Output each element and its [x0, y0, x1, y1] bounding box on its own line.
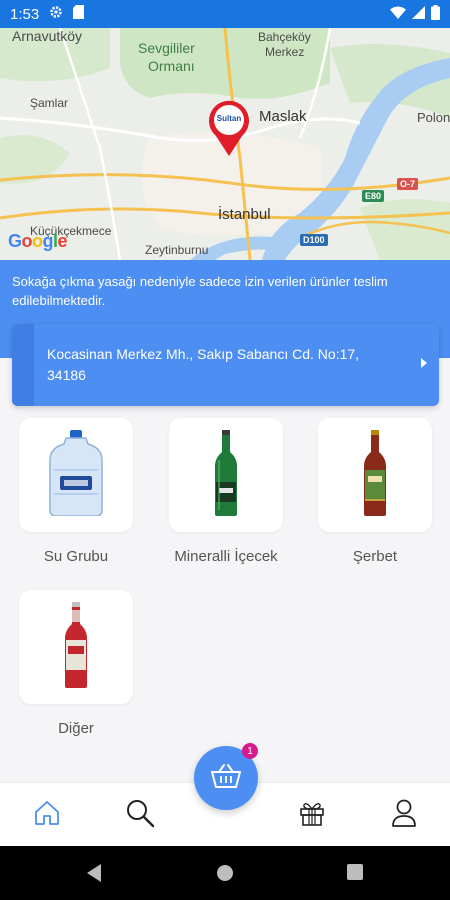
category-tile — [318, 418, 432, 532]
map-view[interactable]: Arnavutköy Sevgililer Ormanı Bahçeköy Me… — [0, 28, 450, 260]
location-marker[interactable]: Sultan — [205, 98, 253, 158]
category-tile — [169, 418, 283, 532]
status-bar: 1:53 — [0, 0, 450, 28]
delivery-address-card[interactable]: Kocasinan Merkez Mh., Sakıp Sabancı Cd. … — [12, 324, 439, 406]
map-label-polonez: Polon — [417, 110, 450, 125]
map-label-zeytinburnu: Zeytinburnu — [145, 243, 209, 257]
category-label: Şerbet — [352, 548, 398, 565]
category-label: Diğer — [58, 720, 94, 737]
wifi-icon — [390, 6, 406, 23]
recents-icon[interactable] — [346, 863, 366, 883]
road-badge-o7: O-7 — [397, 178, 419, 190]
category-diger[interactable]: Diğer — [19, 590, 133, 737]
basket-icon — [211, 763, 241, 794]
system-navigation-bar — [0, 846, 450, 900]
map-label-istanbul: İstanbul — [218, 206, 271, 223]
address-card-stripe — [12, 324, 34, 406]
battery-icon — [431, 4, 440, 24]
map-label-ormani: Ormanı — [148, 58, 195, 74]
status-time: 1:53 — [10, 5, 40, 23]
water-jug-icon — [48, 429, 104, 521]
nav-profile[interactable] — [386, 797, 422, 833]
nav-home[interactable] — [29, 797, 65, 833]
settings-icon — [49, 5, 63, 23]
category-label: Su Grubu — [43, 548, 109, 565]
sim-card-icon — [73, 5, 85, 23]
category-tile — [19, 590, 133, 704]
green-bottle-icon — [213, 429, 239, 521]
map-label-samlar: Şamlar — [30, 96, 69, 110]
cart-count-badge: 1 — [242, 743, 258, 759]
map-label-merkez: Merkez — [265, 45, 305, 59]
cell-signal-icon — [412, 5, 425, 23]
nav-gift[interactable] — [294, 797, 330, 833]
gift-icon — [298, 799, 326, 832]
category-serbet[interactable]: Şerbet — [318, 418, 432, 565]
category-label: Mineralli İçecek — [174, 548, 278, 565]
home-circle-icon[interactable] — [215, 863, 235, 883]
map-label-maslak: Maslak — [259, 108, 307, 125]
google-logo: Google — [8, 231, 68, 251]
map-label-bahcekoy: Bahçeköy — [258, 30, 311, 44]
red-bottle-icon — [63, 601, 89, 693]
serbet-bottle-icon — [362, 429, 388, 521]
curfew-notice-text: Sokağa çıkma yasağı nedeniyle sadece izi… — [12, 274, 388, 308]
back-icon[interactable] — [85, 863, 105, 883]
profile-icon — [390, 798, 418, 833]
nav-search[interactable] — [122, 797, 158, 833]
category-tile — [19, 418, 133, 532]
delivery-address-text: Kocasinan Merkez Mh., Sakıp Sabancı Cd. … — [47, 346, 360, 383]
map-label-arnavutkoy: Arnavutköy — [12, 28, 83, 44]
category-mineralli-icecek[interactable]: Mineralli İçecek — [169, 418, 283, 565]
category-su-grubu[interactable]: Su Grubu — [19, 418, 133, 565]
road-badge-d100: D100 — [300, 234, 328, 246]
home-icon — [33, 799, 61, 832]
marker-logo-text: Sultan — [216, 114, 242, 123]
map-label-sevgililer: Sevgililer — [138, 40, 195, 56]
search-icon — [125, 798, 155, 833]
chevron-right-icon — [409, 356, 439, 374]
road-badge-e80: E80 — [362, 190, 385, 202]
